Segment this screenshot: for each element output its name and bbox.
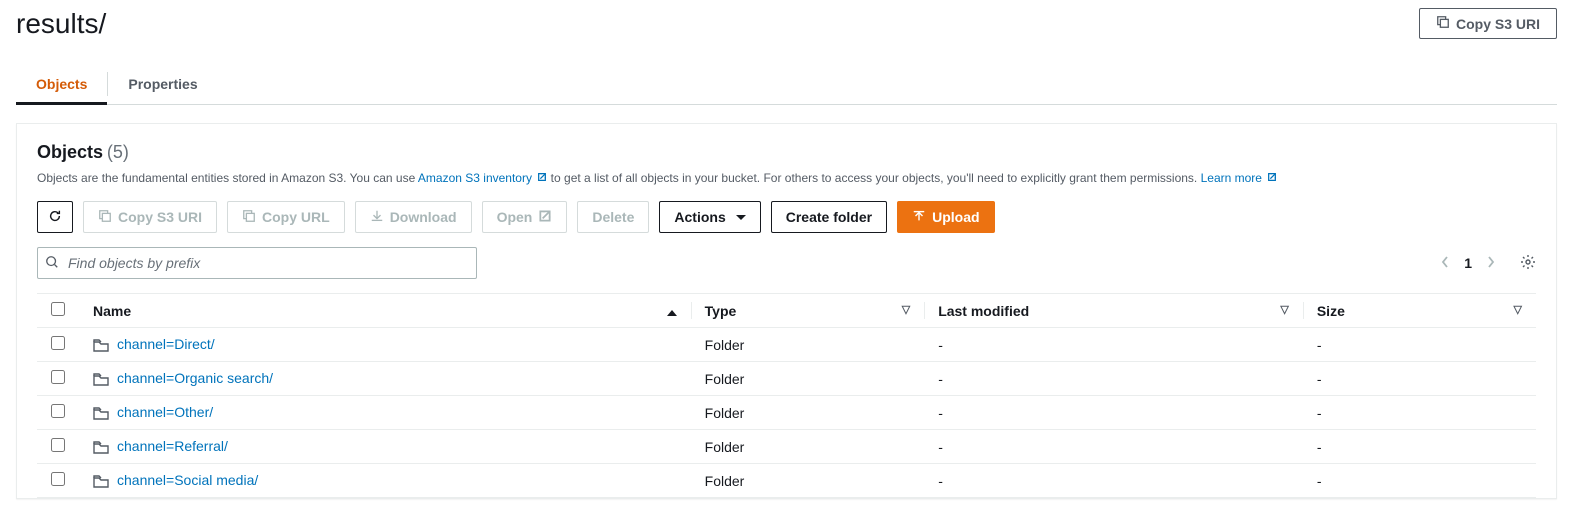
object-size: - xyxy=(1303,328,1536,362)
pager-next[interactable] xyxy=(1486,255,1496,272)
copy-s3-uri-header-label: Copy S3 URI xyxy=(1456,16,1540,32)
sort-neutral-icon: ▽ xyxy=(1514,303,1522,316)
objects-panel: Objects (5) Objects are the fundamental … xyxy=(16,123,1557,499)
desc-pre: Objects are the fundamental entities sto… xyxy=(37,171,418,185)
sort-neutral-icon: ▽ xyxy=(1280,303,1288,316)
folder-icon xyxy=(93,475,109,489)
copy-s3-uri-header-button[interactable]: Copy S3 URI xyxy=(1419,8,1557,39)
copy-url-label: Copy URL xyxy=(262,209,330,225)
column-header-size[interactable]: Size ▽ xyxy=(1303,294,1536,328)
open-label: Open xyxy=(497,209,533,225)
table-row: channel=Organic search/Folder-- xyxy=(37,362,1536,396)
object-type: Folder xyxy=(691,328,925,362)
settings-button[interactable] xyxy=(1520,254,1536,273)
toolbar: Copy S3 URI Copy URL Download Open Delet… xyxy=(37,201,1536,233)
download-label: Download xyxy=(390,209,457,225)
desc-mid: to get a list of all objects in your buc… xyxy=(551,171,1201,185)
external-link-icon xyxy=(537,169,547,179)
actions-label: Actions xyxy=(674,209,725,225)
object-size: - xyxy=(1303,464,1536,498)
row-checkbox[interactable] xyxy=(51,438,65,452)
copy-s3-uri-button[interactable]: Copy S3 URI xyxy=(83,201,217,233)
external-link-icon xyxy=(1267,169,1277,179)
search-wrap xyxy=(37,247,477,279)
copy-icon xyxy=(98,209,112,226)
object-type: Folder xyxy=(691,430,925,464)
download-button[interactable]: Download xyxy=(355,201,472,233)
refresh-button[interactable] xyxy=(37,201,73,233)
row-checkbox[interactable] xyxy=(51,472,65,486)
copy-url-button[interactable]: Copy URL xyxy=(227,201,345,233)
create-folder-label: Create folder xyxy=(786,209,872,225)
object-modified: - xyxy=(924,430,1303,464)
tabs: Objects Properties xyxy=(16,64,1557,105)
search-icon xyxy=(45,255,59,269)
object-modified: - xyxy=(924,464,1303,498)
object-size: - xyxy=(1303,396,1536,430)
external-link-icon xyxy=(538,209,552,226)
object-size: - xyxy=(1303,362,1536,396)
pager: 1 xyxy=(1440,254,1536,273)
tab-objects[interactable]: Objects xyxy=(16,64,107,104)
gear-icon xyxy=(1520,257,1536,273)
delete-button[interactable]: Delete xyxy=(577,201,649,233)
learn-more-link[interactable]: Learn more xyxy=(1201,171,1278,185)
object-name-link[interactable]: channel=Organic search/ xyxy=(117,370,273,386)
folder-icon xyxy=(93,339,109,353)
row-checkbox[interactable] xyxy=(51,370,65,384)
panel-count: (5) xyxy=(107,142,129,162)
sort-asc-icon xyxy=(667,310,677,316)
panel-title: Objects xyxy=(37,142,103,162)
inventory-link[interactable]: Amazon S3 inventory xyxy=(418,171,551,185)
refresh-icon xyxy=(48,209,62,226)
object-type: Folder xyxy=(691,396,925,430)
object-modified: - xyxy=(924,328,1303,362)
pager-current: 1 xyxy=(1464,255,1472,271)
row-checkbox[interactable] xyxy=(51,404,65,418)
pager-prev[interactable] xyxy=(1440,255,1450,272)
panel-description: Objects are the fundamental entities sto… xyxy=(37,169,1536,187)
column-checkbox xyxy=(37,294,79,328)
column-header-modified[interactable]: Last modified ▽ xyxy=(924,294,1303,328)
table-row: channel=Social media/Folder-- xyxy=(37,464,1536,498)
copy-s3-uri-label: Copy S3 URI xyxy=(118,209,202,225)
search-input[interactable] xyxy=(37,247,477,279)
download-icon xyxy=(370,209,384,226)
objects-table: Name Type ▽ Last modified ▽ xyxy=(37,293,1536,498)
upload-button[interactable]: Upload xyxy=(897,201,994,233)
delete-label: Delete xyxy=(592,209,634,225)
table-row: channel=Direct/Folder-- xyxy=(37,328,1536,362)
upload-label: Upload xyxy=(932,209,979,225)
create-folder-button[interactable]: Create folder xyxy=(771,201,887,233)
table-row: channel=Referral/Folder-- xyxy=(37,430,1536,464)
select-all-checkbox[interactable] xyxy=(51,302,65,316)
upload-icon xyxy=(912,209,926,226)
object-name-link[interactable]: channel=Social media/ xyxy=(117,472,258,488)
object-name-link[interactable]: channel=Referral/ xyxy=(117,438,228,454)
page-title: results/ xyxy=(16,8,106,40)
copy-icon xyxy=(1436,15,1450,32)
object-name-link[interactable]: channel=Other/ xyxy=(117,404,213,420)
object-modified: - xyxy=(924,396,1303,430)
chevron-down-icon xyxy=(736,215,746,220)
row-checkbox[interactable] xyxy=(51,336,65,350)
object-type: Folder xyxy=(691,464,925,498)
actions-dropdown[interactable]: Actions xyxy=(659,201,760,233)
table-row: channel=Other/Folder-- xyxy=(37,396,1536,430)
folder-icon xyxy=(93,373,109,387)
sort-neutral-icon: ▽ xyxy=(902,303,910,316)
panel-header: Objects (5) xyxy=(37,142,1536,163)
object-size: - xyxy=(1303,430,1536,464)
object-modified: - xyxy=(924,362,1303,396)
object-name-link[interactable]: channel=Direct/ xyxy=(117,336,215,352)
column-header-name[interactable]: Name xyxy=(79,294,691,328)
object-type: Folder xyxy=(691,362,925,396)
folder-icon xyxy=(93,441,109,455)
open-button[interactable]: Open xyxy=(482,201,568,233)
column-header-type[interactable]: Type ▽ xyxy=(691,294,925,328)
folder-icon xyxy=(93,407,109,421)
copy-icon xyxy=(242,209,256,226)
tab-properties[interactable]: Properties xyxy=(108,64,217,104)
